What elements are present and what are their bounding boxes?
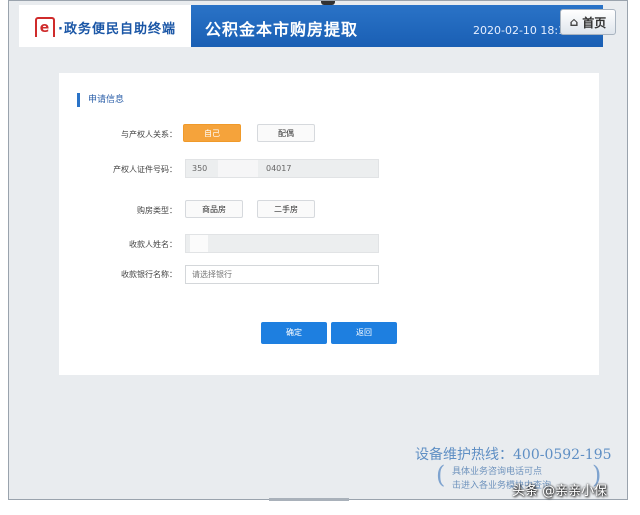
- home-icon: ⌂: [569, 15, 579, 29]
- relation-option-self[interactable]: 自己: [183, 124, 241, 142]
- datetime: 2020-02-10 18:15: [473, 24, 573, 37]
- id-number-masked: [218, 160, 258, 177]
- bank-name-label: 收款银行名称：: [121, 270, 177, 279]
- home-button[interactable]: ⌂ 首页: [560, 9, 616, 35]
- logo: e ·政务便民自助终端: [35, 17, 176, 37]
- bottom-strip: [269, 498, 349, 501]
- id-number-start: 350: [192, 164, 208, 173]
- bank-name-select[interactable]: 请选择银行: [185, 265, 379, 284]
- section-title: 申请信息: [77, 93, 124, 107]
- watermark: 头条 @亲亲小保: [512, 484, 608, 499]
- title-bar: 公积金本市购房提取 2020-02-10 18:15: [191, 5, 603, 47]
- house-type-option-secondhand[interactable]: 二手房: [257, 200, 315, 218]
- relation-option-spouse[interactable]: 配偶: [257, 124, 315, 142]
- payee-name-label: 收款人姓名：: [129, 240, 177, 249]
- left-paren-decoration: (: [436, 461, 446, 489]
- payee-name-field[interactable]: [185, 234, 379, 253]
- kiosk-screen: e ·政务便民自助终端 公积金本市购房提取 2020-02-10 18:15 ⌂…: [8, 0, 628, 501]
- relation-label: 与产权人关系：: [121, 130, 177, 139]
- home-button-label: 首页: [582, 15, 607, 30]
- tip-line-1: 具体业务咨询电话可点: [452, 467, 543, 477]
- logo-text: ·政务便民自助终端: [58, 21, 176, 37]
- confirm-button[interactable]: 确定: [261, 322, 327, 344]
- id-number-end: 04017: [266, 164, 292, 173]
- house-type-label: 购房类型：: [137, 206, 177, 215]
- house-type-option-commercial[interactable]: 商品房: [185, 200, 243, 218]
- application-form-panel: 申请信息 与产权人关系： 自己 配偶 产权人证件号码： 350 04017 购房…: [59, 73, 599, 375]
- back-button[interactable]: 返回: [331, 322, 397, 344]
- id-number-label: 产权人证件号码：: [113, 165, 177, 174]
- id-number-field[interactable]: 350 04017: [185, 159, 379, 178]
- page-title: 公积金本市购房提取: [205, 20, 359, 39]
- payee-name-masked: [190, 235, 208, 252]
- logo-e-icon: e: [35, 17, 55, 37]
